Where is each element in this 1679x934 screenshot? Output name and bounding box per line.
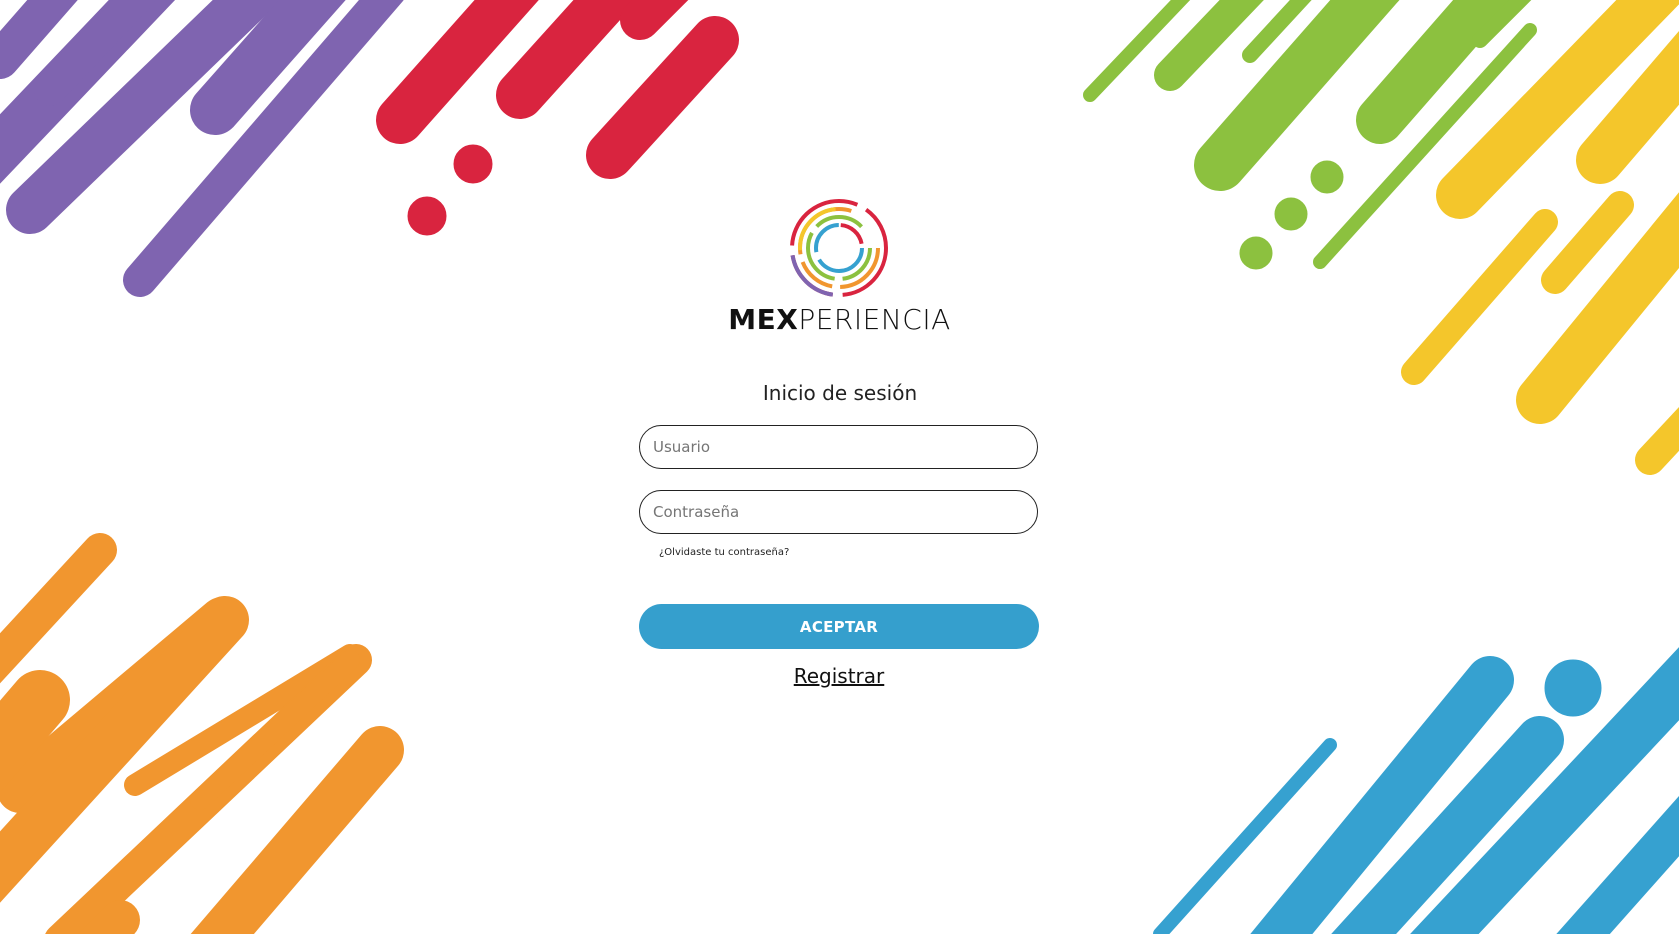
register-link[interactable]: Registrar bbox=[740, 664, 938, 688]
password-input[interactable] bbox=[639, 490, 1038, 534]
username-input[interactable] bbox=[639, 425, 1038, 469]
brand-logo-rings-icon bbox=[790, 199, 888, 297]
brand-name-light: PERIENCIA bbox=[798, 303, 951, 336]
login-title: Inicio de sesión bbox=[762, 381, 918, 405]
forgot-password-link[interactable]: ¿Olvidaste tu contraseña? bbox=[659, 547, 789, 558]
brand-name-bold: MEX bbox=[728, 303, 799, 336]
accept-button[interactable]: ACEPTAR bbox=[639, 604, 1039, 649]
login-panel: MEXPERIENCIA Inicio de sesión ¿Olvidaste… bbox=[0, 0, 1679, 934]
brand-wordmark: MEXPERIENCIA bbox=[700, 302, 979, 338]
